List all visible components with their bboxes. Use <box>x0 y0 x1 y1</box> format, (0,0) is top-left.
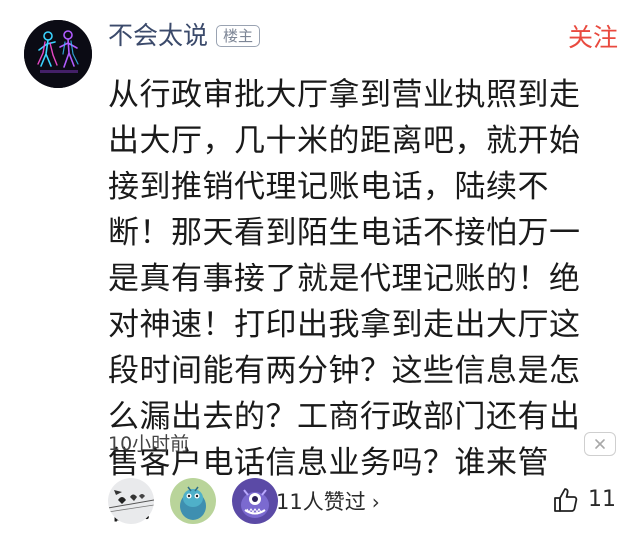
close-icon <box>595 439 605 449</box>
liker-avatar[interactable] <box>232 478 278 524</box>
comment-time: 10小时前 <box>108 433 190 455</box>
purple-monster-icon <box>232 478 278 524</box>
chevron-right-icon: › <box>371 490 380 514</box>
author-avatar[interactable] <box>24 20 92 88</box>
comment-card: 不会太说 楼主 关注 从行政审批大厅拿到营业执照到走出大厅，几十米的距离吧，就开… <box>0 0 640 539</box>
thumbs-up-icon <box>554 488 578 512</box>
comment-text: 从行政审批大厅拿到营业执照到走出大厅，几十米的距离吧，就开始接到推销代理记账电话… <box>108 77 581 527</box>
birds-on-wire-icon <box>108 478 154 524</box>
op-badge: 楼主 <box>216 25 261 47</box>
author-name[interactable]: 不会太说 <box>108 20 208 52</box>
neon-dancers-icon <box>24 20 92 88</box>
liker-avatar[interactable] <box>108 478 154 524</box>
liker-avatars <box>108 478 294 524</box>
likes-summary-link[interactable]: 11人赞过 › <box>276 488 380 516</box>
dismiss-button[interactable] <box>584 432 616 456</box>
likes-summary-label: 11人赞过 <box>276 490 366 514</box>
green-creature-icon <box>170 478 216 524</box>
author-row: 不会太说 楼主 <box>108 20 261 52</box>
like-button[interactable]: 11 <box>552 484 616 516</box>
like-count: 11 <box>588 487 616 512</box>
follow-button[interactable]: 关注 <box>568 22 618 54</box>
liker-avatar[interactable] <box>170 478 216 524</box>
